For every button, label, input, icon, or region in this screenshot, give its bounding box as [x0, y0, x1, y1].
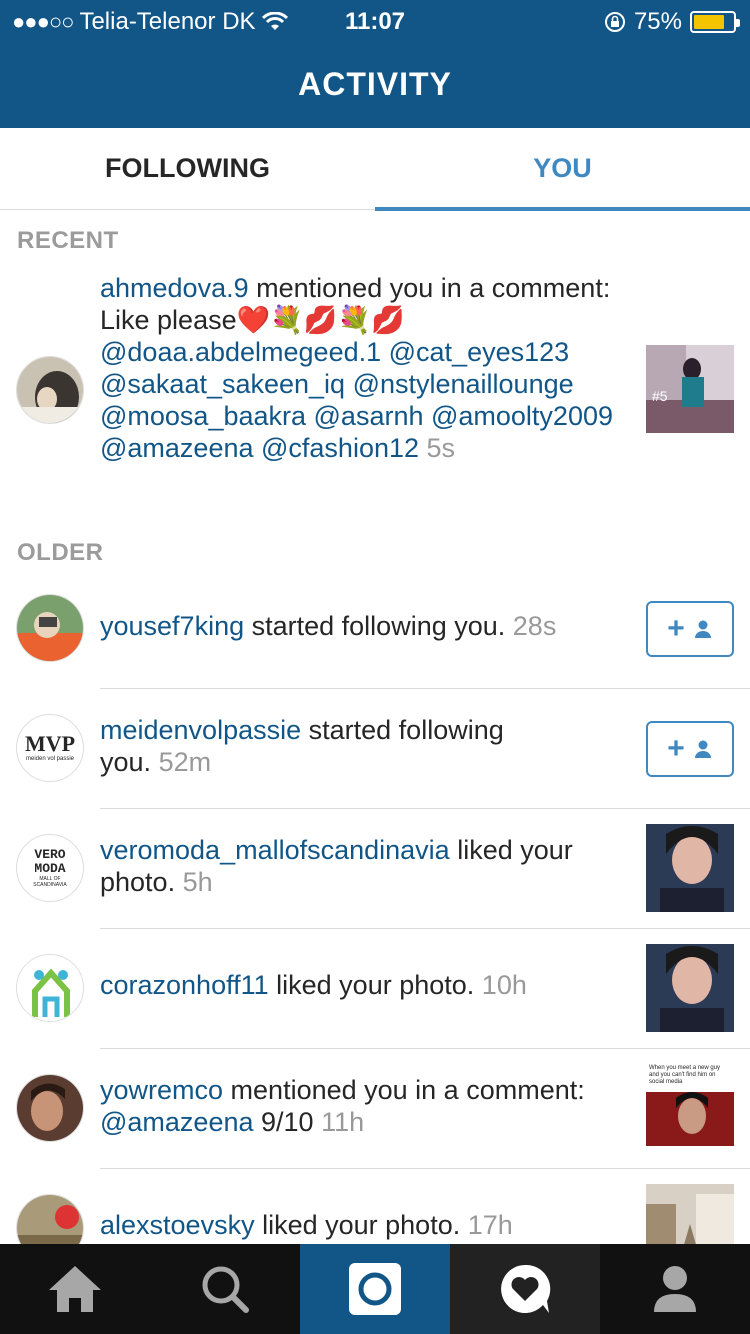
- avatar[interactable]: [16, 1194, 84, 1244]
- list-item[interactable]: corazonhoff11 liked your photo. 10h: [0, 929, 750, 1049]
- avatar[interactable]: [16, 954, 84, 1022]
- list-item[interactable]: ahmedova.9 mentioned you in a comment: L…: [0, 270, 750, 510]
- list-item[interactable]: VERO MODA MALL OF SCANDINAVIA veromoda_m…: [0, 809, 750, 929]
- home-icon: [49, 1266, 101, 1312]
- status-bar: ●●●○○ Telia-Telenor DK 11:07 75%: [0, 0, 750, 42]
- post-thumbnail[interactable]: [646, 944, 734, 1032]
- list-item[interactable]: alexstoevsky liked your photo. 17h: [0, 1169, 750, 1244]
- avatar[interactable]: [16, 1074, 84, 1142]
- activity-icon: [501, 1264, 551, 1313]
- search-tab[interactable]: [150, 1244, 300, 1334]
- activity-tabs: FOLLOWING YOU: [0, 128, 750, 211]
- plus-icon: +: [667, 732, 685, 765]
- activity-tab[interactable]: [450, 1244, 600, 1334]
- username[interactable]: alexstoevsky: [100, 1210, 255, 1240]
- search-icon: [202, 1266, 249, 1313]
- username[interactable]: veromoda_mallofscandinavia: [100, 835, 450, 865]
- profile-tab[interactable]: [600, 1244, 750, 1334]
- battery-icon: [690, 11, 740, 33]
- avatar[interactable]: [16, 356, 84, 424]
- follow-button[interactable]: +: [646, 601, 734, 657]
- section-recent: RECENT: [17, 227, 119, 254]
- rotation-lock-icon: [604, 12, 625, 32]
- section-older: OLDER: [17, 539, 104, 566]
- username[interactable]: ahmedova.9: [100, 273, 249, 303]
- person-icon: [694, 620, 711, 638]
- camera-icon: [349, 1263, 401, 1315]
- avatar[interactable]: MVP meiden vol passie: [16, 714, 84, 782]
- page-title: ACTIVITY: [298, 66, 452, 102]
- mentions[interactable]: @doaa.abdelmegeed.1 @cat_eyes123 @sakaat…: [100, 337, 613, 463]
- mention[interactable]: @amazeena: [100, 1107, 254, 1137]
- follow-button[interactable]: +: [646, 721, 734, 777]
- timestamp: 17h: [467, 1210, 513, 1240]
- list-item[interactable]: MVP meiden vol passie meidenvolpassie st…: [0, 689, 750, 809]
- username[interactable]: meidenvolpassie: [100, 715, 301, 745]
- post-thumbnail[interactable]: [646, 1184, 734, 1244]
- bottom-tab-bar: [0, 1244, 750, 1334]
- timestamp: 11h: [321, 1107, 365, 1137]
- plus-icon: +: [667, 612, 685, 645]
- list-item[interactable]: yowremco mentioned you in a comment: @am…: [0, 1049, 750, 1169]
- timestamp: 10h: [481, 970, 527, 1000]
- battery-percent: 75%: [633, 8, 682, 35]
- timestamp: 28s: [512, 611, 557, 641]
- post-thumbnail[interactable]: #5: [646, 345, 734, 433]
- emojis: ❤️💐💋💐💋: [236, 305, 405, 335]
- username[interactable]: yousef7king: [100, 611, 244, 641]
- thumb-caption: When you meet a new guy and you can't fi…: [649, 1065, 721, 1085]
- tab-following[interactable]: FOLLOWING: [0, 128, 375, 209]
- avatar[interactable]: VERO MODA MALL OF SCANDINAVIA: [16, 834, 84, 902]
- post-thumbnail[interactable]: [646, 824, 734, 912]
- avatar[interactable]: [16, 594, 84, 662]
- timestamp: 5h: [182, 867, 213, 897]
- profile-icon: [654, 1266, 696, 1312]
- camera-tab[interactable]: [300, 1244, 450, 1334]
- timestamp: 52m: [158, 747, 212, 777]
- username[interactable]: corazonhoff11: [100, 970, 269, 1000]
- timestamp: 5s: [426, 433, 456, 463]
- username[interactable]: yowremco: [100, 1075, 223, 1105]
- tab-you[interactable]: YOU: [375, 128, 750, 211]
- home-tab[interactable]: [0, 1244, 150, 1334]
- person-icon: [694, 740, 711, 758]
- thumb-label: #5: [652, 388, 668, 404]
- header: ●●●○○ Telia-Telenor DK 11:07 75% ACTIVIT…: [0, 0, 750, 128]
- list-item[interactable]: yousef7king started following you. 28s +: [0, 588, 750, 689]
- post-thumbnail[interactable]: When you meet a new guy and you can't fi…: [646, 1064, 734, 1152]
